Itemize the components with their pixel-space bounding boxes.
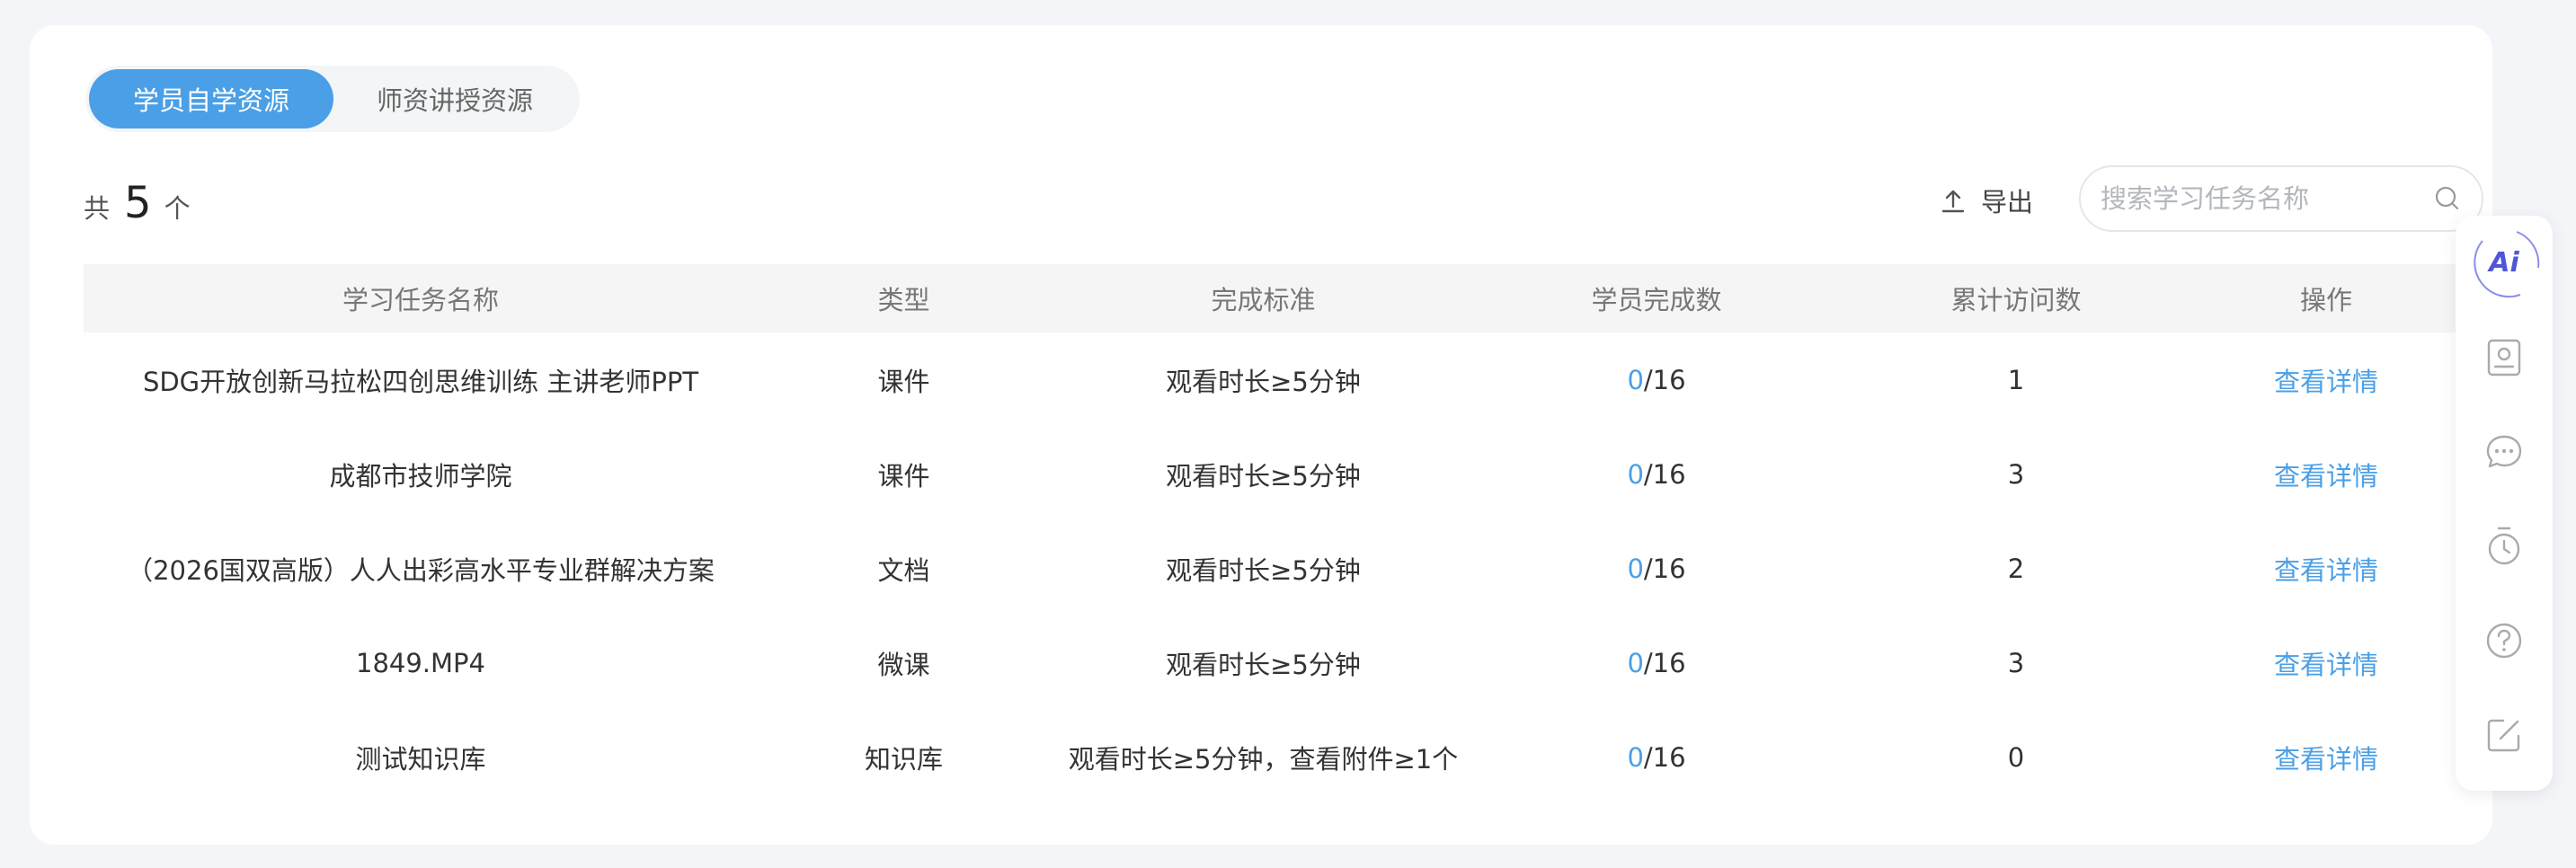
- table-row: 测试知识库 知识库 观看时长≥5分钟，查看附件≥1个 0/16 0 查看详情: [84, 710, 2456, 804]
- total-count: 共 5 个: [84, 178, 191, 228]
- header-actions: 操作: [2299, 285, 2352, 315]
- contact-card-icon: [2487, 339, 2521, 376]
- table-header: 学习任务名称 类型 完成标准 学员完成数 累计访问数 操作: [84, 264, 2456, 332]
- view-details-link[interactable]: 查看详情: [2196, 644, 2456, 682]
- header-standard: 完成标准: [1211, 285, 1316, 315]
- cell-type: 知识库: [864, 743, 943, 775]
- search-input[interactable]: [2101, 183, 2433, 214]
- completion-done: 0: [1627, 647, 1644, 678]
- timer-button[interactable]: [2456, 499, 2553, 593]
- count-suffix: 个: [164, 193, 191, 224]
- contact-card-button[interactable]: [2456, 310, 2553, 404]
- chat-icon: [2486, 435, 2522, 467]
- edit-icon: [2487, 719, 2520, 751]
- edit-button[interactable]: [2456, 687, 2553, 782]
- tab-student-self-study[interactable]: 学员自学资源: [89, 69, 333, 128]
- completion-total: /16: [1643, 741, 1686, 773]
- timer-icon: [2488, 527, 2520, 564]
- cell-type: 课件: [877, 460, 930, 492]
- floating-toolbar: Ai: [2456, 216, 2553, 791]
- cell-completion: 0/16: [1477, 648, 1836, 678]
- cell-task-name: SDG开放创新马拉松四创思维训练 主讲老师PPT: [142, 366, 699, 397]
- cell-standard: 观看时长≥5分钟: [1166, 649, 1361, 680]
- completion-done: 0: [1627, 458, 1644, 490]
- task-table: 学习任务名称 类型 完成标准 学员完成数 累计访问数 操作 SDG开放创新马拉松…: [84, 264, 2456, 804]
- upload-icon: [1941, 190, 1965, 213]
- view-details-label[interactable]: 查看详情: [2274, 461, 2378, 492]
- view-details-label[interactable]: 查看详情: [2274, 744, 2378, 775]
- header-task-name: 学习任务名称: [342, 285, 499, 315]
- cell-completion: 0/16: [1477, 459, 1836, 490]
- completion-done: 0: [1627, 364, 1644, 395]
- cell-task-name: （2026国双高版）人人出彩高水平专业群解决方案: [127, 554, 715, 586]
- table-row: 成都市技师学院 课件 观看时长≥5分钟 0/16 3 查看详情: [84, 427, 2456, 521]
- help-button[interactable]: [2456, 593, 2553, 687]
- cell-visits: 3: [2007, 647, 2025, 678]
- tab-teacher-lecture[interactable]: 师资讲授资源: [333, 69, 576, 128]
- count-value: 5: [124, 178, 152, 228]
- help-icon: [2486, 623, 2522, 658]
- view-details-link[interactable]: 查看详情: [2196, 739, 2456, 776]
- cell-type: 课件: [877, 366, 930, 397]
- resource-tabs: 学员自学资源 师资讲授资源: [85, 66, 580, 132]
- cell-type: 文档: [877, 554, 930, 586]
- header-type: 类型: [877, 285, 930, 315]
- completion-done: 0: [1627, 553, 1644, 584]
- cell-task-name: 1849.MP4: [356, 647, 485, 678]
- cell-standard: 观看时长≥5分钟: [1166, 554, 1361, 586]
- search-box: [2079, 165, 2483, 232]
- completion-done: 0: [1627, 741, 1644, 773]
- table-row: 1849.MP4 微课 观看时长≥5分钟 0/16 3 查看详情: [84, 616, 2456, 710]
- ai-assistant-button[interactable]: Ai: [2456, 216, 2553, 310]
- view-details-link[interactable]: 查看详情: [2196, 550, 2456, 588]
- cell-visits: 0: [2007, 741, 2025, 773]
- cell-standard: 观看时长≥5分钟，查看附件≥1个: [1068, 743, 1459, 775]
- header-visits: 累计访问数: [1950, 285, 2082, 315]
- ai-ring-decoration: [2474, 231, 2540, 298]
- export-label: 导出: [1981, 187, 2034, 217]
- completion-total: /16: [1643, 364, 1686, 395]
- cell-visits: 3: [2007, 458, 2025, 490]
- cell-standard: 观看时长≥5分钟: [1166, 366, 1361, 397]
- view-details-link[interactable]: 查看详情: [2196, 361, 2456, 399]
- completion-total: /16: [1643, 458, 1686, 490]
- completion-total: /16: [1643, 553, 1686, 584]
- export-button[interactable]: 导出: [1940, 180, 2033, 221]
- cell-completion: 0/16: [1477, 554, 1836, 584]
- table-row: （2026国双高版）人人出彩高水平专业群解决方案 文档 观看时长≥5分钟 0/1…: [84, 521, 2456, 616]
- cell-completion: 0/16: [1477, 365, 1836, 395]
- search-icon[interactable]: [2433, 184, 2462, 213]
- cell-task-name: 成都市技师学院: [329, 460, 512, 492]
- cell-task-name: 测试知识库: [355, 743, 486, 775]
- cell-visits: 1: [2007, 364, 2025, 395]
- view-details-label[interactable]: 查看详情: [2274, 650, 2378, 680]
- chat-button[interactable]: [2456, 404, 2553, 499]
- view-details-label[interactable]: 查看详情: [2274, 555, 2378, 586]
- view-details-link[interactable]: 查看详情: [2196, 456, 2456, 493]
- cell-type: 微课: [877, 649, 930, 680]
- view-details-label[interactable]: 查看详情: [2274, 367, 2378, 397]
- completion-total: /16: [1643, 647, 1686, 678]
- table-row: SDG开放创新马拉松四创思维训练 主讲老师PPT 课件 观看时长≥5分钟 0/1…: [84, 332, 2456, 427]
- cell-standard: 观看时长≥5分钟: [1166, 460, 1361, 492]
- count-prefix: 共: [84, 193, 111, 224]
- cell-completion: 0/16: [1477, 742, 1836, 773]
- cell-visits: 2: [2007, 553, 2025, 584]
- header-completion: 学员完成数: [1591, 285, 1722, 315]
